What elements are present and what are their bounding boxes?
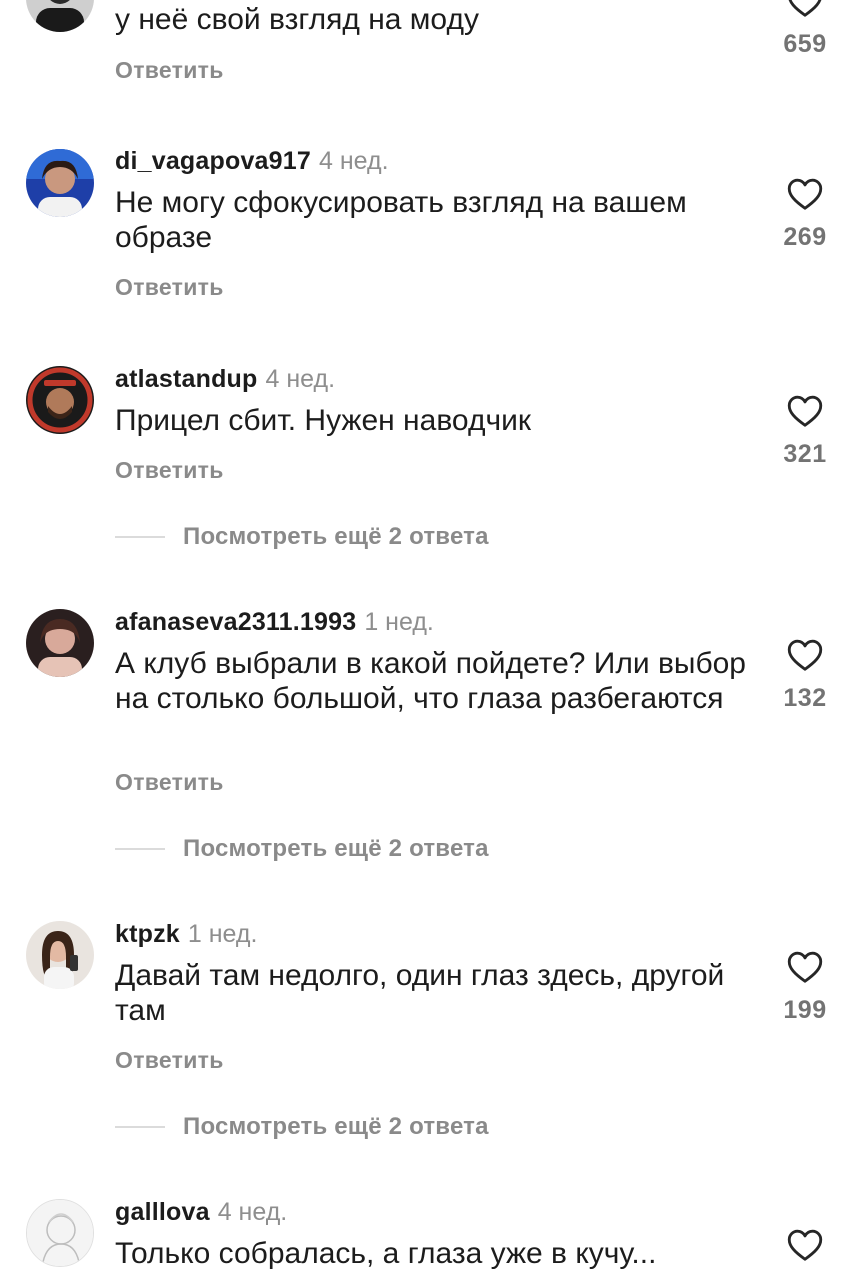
- reply-button[interactable]: Ответить: [115, 456, 224, 484]
- username[interactable]: ktpzk: [115, 920, 180, 948]
- view-more-replies-label: Посмотреть ещё 2 ответа: [183, 1113, 489, 1140]
- like-count: 269: [783, 223, 827, 251]
- timestamp: 1 нед.: [364, 608, 434, 636]
- reply-button[interactable]: Ответить: [115, 273, 224, 301]
- like-control[interactable]: 321: [770, 394, 840, 469]
- like-control[interactable]: 199: [770, 950, 840, 1025]
- view-more-replies[interactable]: Посмотреть ещё 2 ответа: [115, 1112, 489, 1142]
- username[interactable]: di_vagapova917: [115, 147, 311, 175]
- divider: [115, 848, 165, 850]
- comment-text: А клуб выбрали в какой пойдете? Или выбо…: [115, 647, 746, 715]
- username[interactable]: atlastandup: [115, 365, 258, 393]
- avatar[interactable]: [26, 921, 94, 989]
- heart-icon[interactable]: [787, 394, 823, 428]
- reply-button[interactable]: Ответить: [115, 768, 224, 796]
- timestamp: 4 нед.: [217, 1198, 288, 1226]
- comment-text: у неё свой взгляд на моду: [115, 3, 479, 36]
- divider: [115, 1126, 165, 1128]
- comment-text: Давай там недолго, один глаз здесь, друг…: [115, 959, 725, 1027]
- avatar[interactable]: [26, 149, 94, 217]
- like-count: 321: [783, 440, 827, 468]
- heart-icon[interactable]: [787, 177, 823, 211]
- timestamp: 4 нед.: [318, 147, 389, 175]
- heart-icon[interactable]: [787, 1228, 823, 1262]
- divider: [115, 536, 165, 538]
- reply-button[interactable]: Ответить: [115, 56, 224, 84]
- like-count: 199: [783, 996, 827, 1024]
- view-more-replies-label: Посмотреть ещё 2 ответа: [183, 523, 489, 550]
- like-count: 659: [783, 30, 827, 58]
- avatar[interactable]: [26, 1199, 94, 1267]
- username[interactable]: afanaseva2311.1993: [115, 608, 356, 636]
- view-more-replies-label: Посмотреть ещё 2 ответа: [183, 835, 489, 862]
- view-more-replies[interactable]: Посмотреть ещё 2 ответа: [115, 522, 489, 552]
- like-control[interactable]: 659: [770, 0, 840, 59]
- username[interactable]: galllova: [115, 1198, 210, 1226]
- avatar[interactable]: [26, 366, 94, 434]
- like-control[interactable]: 132: [770, 638, 840, 713]
- comment-text: Только собралась, а глаза уже в кучу...: [115, 1237, 657, 1270]
- like-control[interactable]: 269: [770, 177, 840, 252]
- reply-button[interactable]: Ответить: [115, 1046, 224, 1074]
- comment-text: Не могу сфокусировать взгляд на вашем об…: [115, 186, 687, 254]
- avatar[interactable]: [26, 0, 94, 32]
- like-control[interactable]: [770, 1228, 840, 1262]
- timestamp: 4 нед.: [265, 365, 336, 393]
- view-more-replies[interactable]: Посмотреть ещё 2 ответа: [115, 834, 489, 864]
- timestamp: 1 нед.: [187, 920, 258, 948]
- avatar[interactable]: [26, 609, 94, 677]
- heart-icon[interactable]: [787, 950, 823, 984]
- like-count: 132: [783, 684, 827, 712]
- heart-icon[interactable]: [787, 638, 823, 672]
- comment-text: Прицел сбит. Нужен наводчик: [115, 404, 531, 437]
- heart-icon[interactable]: [787, 0, 823, 18]
